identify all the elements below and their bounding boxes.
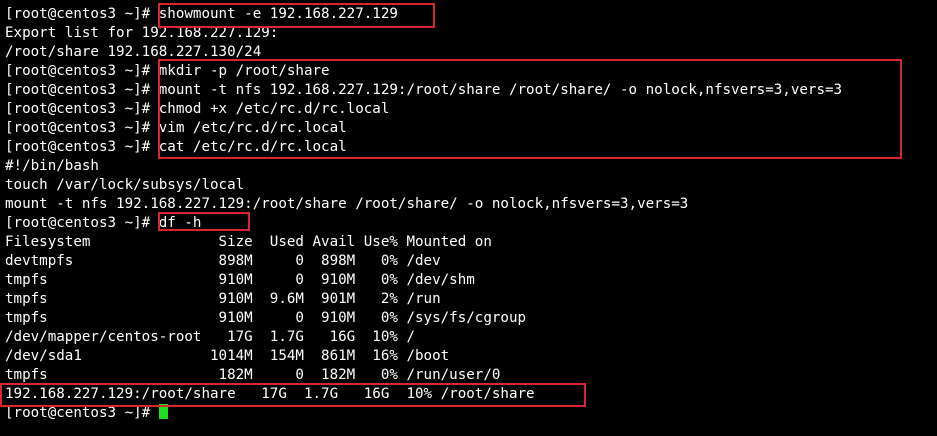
df-row-nfs-share: 192.168.227.129:/root/share 17G 1.7G 16G…	[5, 386, 535, 402]
terminal-line: [root@centos3 ~]# mkdir -p /root/share	[5, 62, 937, 81]
command-text: vim /etc/rc.d/rc.local	[158, 120, 347, 136]
df-row: devtmpfs 898M 0 898M 0% /dev	[5, 253, 441, 269]
output-line: /root/share 192.168.227.130/24	[5, 44, 262, 60]
terminal-line: [root@centos3 ~]# showmount -e 192.168.2…	[5, 5, 937, 24]
terminal-line: [root@centos3 ~]# chmod +x /etc/rc.d/rc.…	[5, 100, 937, 119]
df-header-row: Filesystem Size Used Avail Use% Mounted …	[5, 234, 492, 250]
terminal-cursor	[158, 404, 168, 419]
df-row: tmpfs 182M 0 182M 0% /run/user/0	[5, 367, 501, 383]
output-line: touch /var/lock/subsys/local	[5, 177, 245, 193]
df-row: /dev/sda1 1014M 154M 861M 16% /boot	[5, 348, 450, 364]
output-line: #!/bin/bash	[5, 158, 99, 174]
terminal-line[interactable]: [root@centos3 ~]#	[5, 404, 937, 423]
output-line: mount -t nfs 192.168.227.129:/root/share…	[5, 196, 689, 212]
shell-prompt: [root@centos3 ~]#	[5, 139, 159, 155]
command-text: chmod +x /etc/rc.d/rc.local	[158, 101, 390, 117]
command-text: mkdir -p /root/share	[158, 63, 330, 79]
shell-prompt: [root@centos3 ~]#	[5, 6, 159, 22]
command-text: cat /etc/rc.d/rc.local	[158, 139, 347, 155]
terminal-window[interactable]: [root@centos3 ~]# showmount -e 192.168.2…	[5, 5, 937, 436]
terminal-line: [root@centos3 ~]# vim /etc/rc.d/rc.local	[5, 119, 937, 138]
df-row: tmpfs 910M 9.6M 901M 2% /run	[5, 291, 441, 307]
df-row: tmpfs 910M 0 910M 0% /sys/fs/cgroup	[5, 310, 527, 326]
command-text: df -h	[158, 215, 202, 231]
shell-prompt: [root@centos3 ~]#	[5, 82, 159, 98]
shell-prompt: [root@centos3 ~]#	[5, 120, 159, 136]
terminal-line: [root@centos3 ~]# cat /etc/rc.d/rc.local	[5, 138, 937, 157]
df-row: tmpfs 910M 0 910M 0% /dev/shm	[5, 272, 475, 288]
shell-prompt: [root@centos3 ~]#	[5, 101, 159, 117]
command-text: mount -t nfs 192.168.227.129:/root/share…	[158, 82, 843, 98]
terminal-line: [root@centos3 ~]# df -h	[5, 214, 937, 233]
df-row: /dev/mapper/centos-root 17G 1.7G 16G 10%…	[5, 329, 415, 345]
shell-prompt: [root@centos3 ~]#	[5, 215, 159, 231]
terminal-line: [root@centos3 ~]# mount -t nfs 192.168.2…	[5, 81, 937, 100]
shell-prompt: [root@centos3 ~]#	[5, 405, 159, 421]
command-text: showmount -e 192.168.227.129	[158, 6, 398, 22]
shell-prompt: [root@centos3 ~]#	[5, 63, 159, 79]
output-line: Export list for 192.168.227.129:	[5, 25, 279, 41]
